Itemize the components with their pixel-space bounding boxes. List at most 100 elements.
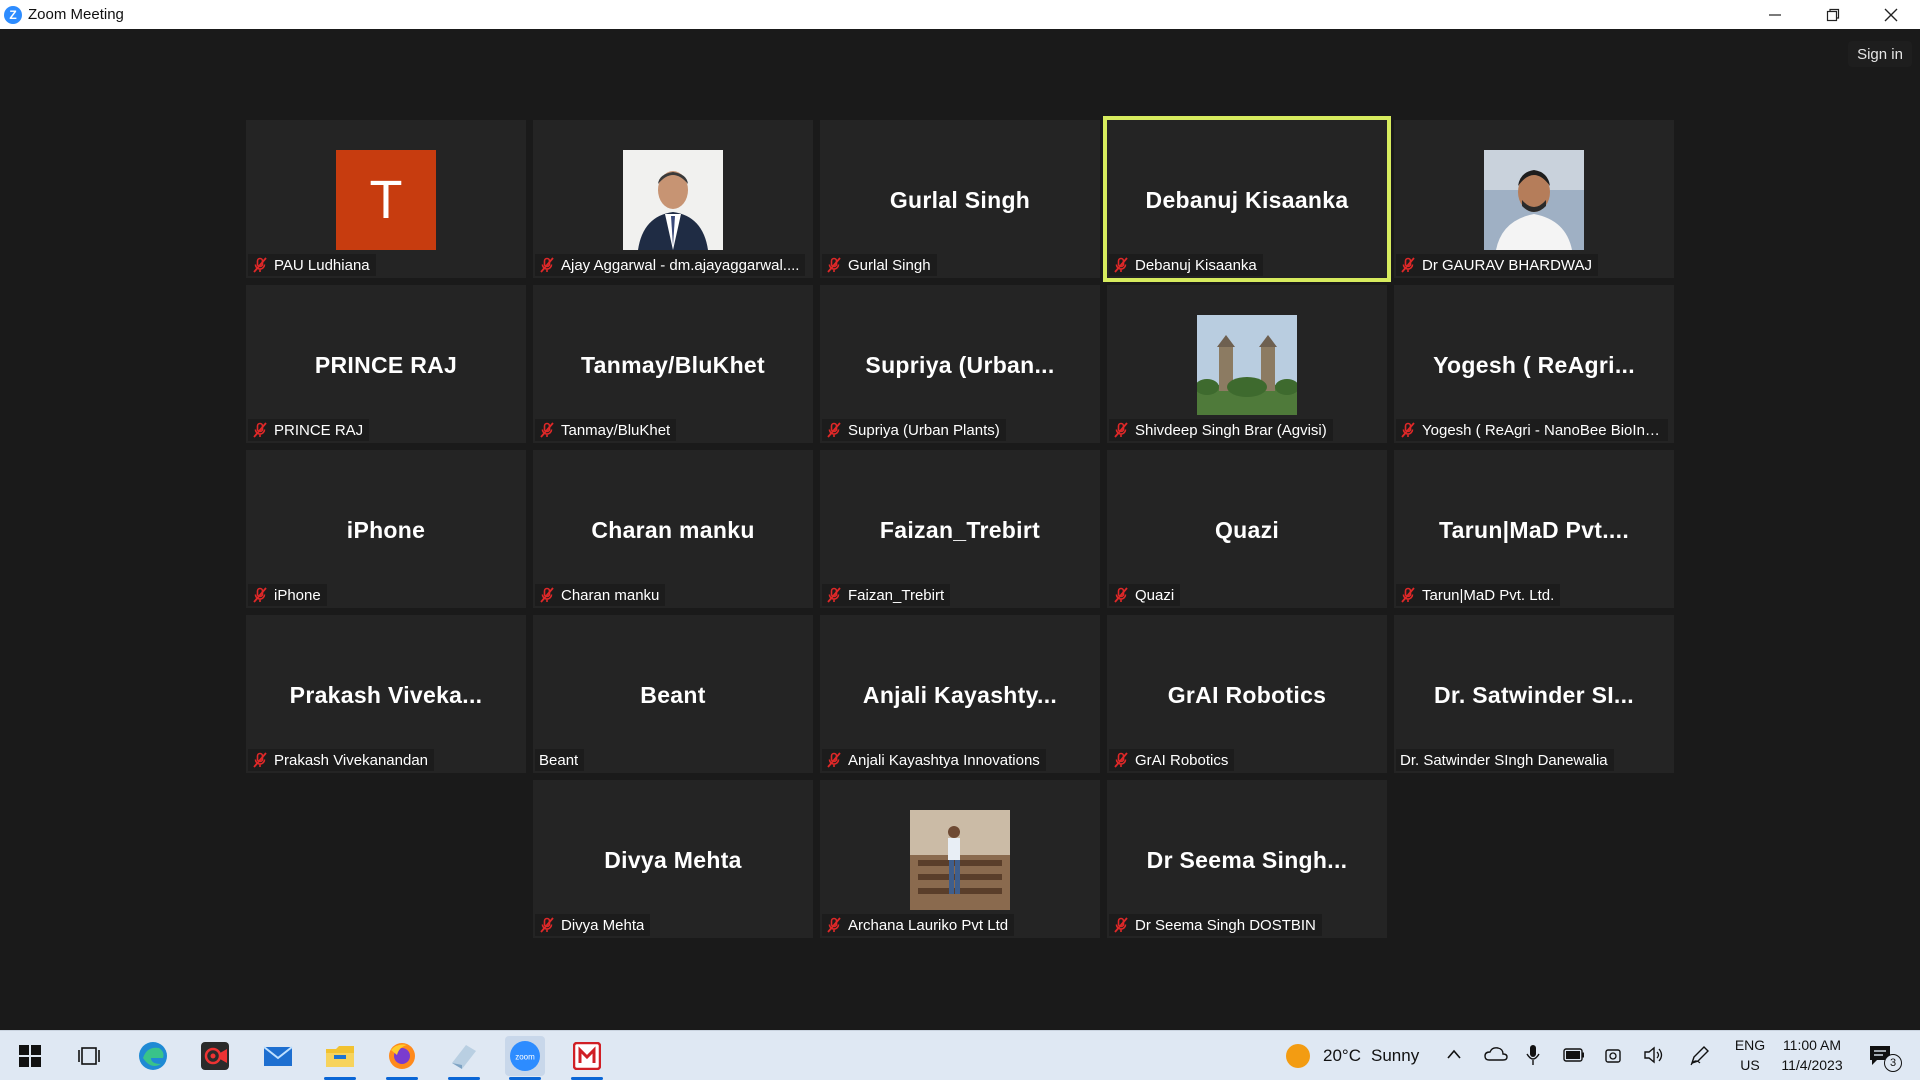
participant-name: Yogesh ( ReAgri - NanoBee BioInn... (1422, 421, 1662, 439)
mic-muted-icon (1114, 257, 1128, 273)
profile-photo (1484, 150, 1584, 250)
mcafee-button[interactable] (567, 1036, 607, 1080)
windows-start-icon (19, 1045, 41, 1067)
participant-display-name: Anjali Kayashty... (862, 681, 1058, 708)
participant-display-name: Charan manku (591, 516, 755, 543)
mic-muted-icon (1114, 587, 1128, 603)
participant-name-tag: PAU Ludhiana (248, 254, 376, 276)
participant-name-tag: Dr GAURAV BHARDWAJ (1396, 254, 1599, 276)
mic-muted-icon (540, 917, 554, 933)
participant-name-tag: Dr Seema Singh DOSTBIN (1109, 914, 1322, 936)
weather-condition[interactable]: Sunny (1371, 1046, 1419, 1066)
sign-in-button[interactable]: Sign in (1848, 41, 1912, 67)
participant-tile[interactable]: Shivdeep Singh Brar (Agvisi) (1107, 285, 1387, 443)
participant-tile[interactable]: Anjali Kayashty... Anjali Kayashtya Inno… (820, 615, 1100, 773)
participant-name: Ajay Aggarwal - dm.ajayaggarwal.... (561, 256, 800, 274)
participant-name-tag: Tarun|MaD Pvt. Ltd. (1396, 584, 1561, 606)
participant-name: Dr GAURAV BHARDWAJ (1422, 256, 1593, 274)
participant-tile[interactable]: iPhone iPhone (246, 450, 526, 608)
participant-name: Dr. Satwinder SIngh Danewalia (1400, 751, 1608, 769)
language-code[interactable]: ENG (1731, 1037, 1769, 1053)
participant-tile[interactable]: Tanmay/BluKhet Tanmay/BluKhet (533, 285, 813, 443)
participant-tile[interactable]: Supriya (Urban... Supriya (Urban Plants) (820, 285, 1100, 443)
profile-photo (910, 810, 1010, 910)
participant-tile[interactable]: Dr Seema Singh... Dr Seema Singh DOSTBIN (1107, 780, 1387, 938)
mic-muted-icon (540, 422, 554, 438)
participant-name-tag: Prakash Vivekanandan (248, 749, 434, 771)
mic-muted-icon (1114, 752, 1128, 768)
speaker-volume-icon[interactable] (1643, 1045, 1665, 1065)
mic-muted-icon (1114, 917, 1128, 933)
mic-muted-icon (827, 752, 841, 768)
participant-name-tag: Tanmay/BluKhet (535, 419, 677, 441)
language-region[interactable]: US (1731, 1057, 1769, 1073)
participant-tile[interactable]: Beant Beant (533, 615, 813, 773)
battery-icon[interactable] (1563, 1048, 1585, 1062)
man-white-shirt-photo (1484, 150, 1584, 250)
participant-tile[interactable]: Tarun|MaD Pvt.... Tarun|MaD Pvt. Ltd. (1394, 450, 1674, 608)
participant-tile[interactable]: Prakash Viveka... Prakash Vivekanandan (246, 615, 526, 773)
paper-app-button[interactable] (444, 1036, 484, 1080)
screen-recorder-button[interactable] (195, 1036, 235, 1076)
participant-name: Debanuj Kisaanka (1135, 256, 1257, 274)
active-speaker-tile[interactable]: Debanuj Kisaanka Debanuj Kisaanka (1103, 116, 1391, 282)
participant-display-name: Gurlal Singh (889, 186, 1031, 213)
microphone-icon[interactable] (1526, 1044, 1540, 1066)
participant-tile[interactable]: Gurlal Singh Gurlal Singh (820, 120, 1100, 278)
participant-name: PRINCE RAJ (274, 421, 364, 439)
screen-recorder-icon (201, 1042, 229, 1070)
onedrive-cloud-icon[interactable] (1484, 1046, 1508, 1062)
participant-tile[interactable]: T PAU Ludhiana (246, 120, 526, 278)
avatar: T (336, 150, 436, 250)
clock-date[interactable]: 11/4/2023 (1772, 1057, 1852, 1073)
participant-name-tag: Beant (535, 749, 585, 771)
mic-muted-icon (827, 587, 841, 603)
sun-weather-icon[interactable] (1286, 1044, 1310, 1068)
file-explorer-button[interactable] (320, 1036, 360, 1080)
participant-tile[interactable]: Charan manku Charan manku (533, 450, 813, 608)
mic-muted-icon (540, 587, 554, 603)
task-view-button[interactable] (70, 1036, 110, 1076)
participant-display-name: Yogesh ( ReAgri... (1433, 351, 1635, 378)
participant-name: Charan manku (561, 586, 660, 604)
mic-muted-icon (253, 752, 267, 768)
mail-button[interactable] (258, 1036, 298, 1076)
participant-name-tag: Gurlal Singh (822, 254, 937, 276)
clock-time[interactable]: 11:00 AM (1772, 1037, 1852, 1053)
participant-tile[interactable]: Divya Mehta Divya Mehta (533, 780, 813, 938)
meet-now-icon[interactable] (1604, 1046, 1622, 1064)
participant-tile[interactable]: Dr GAURAV BHARDWAJ (1394, 120, 1674, 278)
participant-display-name: Faizan_Trebirt (879, 516, 1041, 543)
edge-button[interactable] (133, 1036, 173, 1076)
mic-muted-icon (540, 257, 554, 273)
pen-workspace-icon[interactable] (1689, 1044, 1711, 1066)
mic-muted-icon (827, 422, 841, 438)
participant-tile[interactable]: Faizan_Trebirt Faizan_Trebirt (820, 450, 1100, 608)
participant-tile[interactable]: Quazi Quazi (1107, 450, 1387, 608)
participant-name: Shivdeep Singh Brar (Agvisi) (1135, 421, 1327, 439)
participant-tile[interactable]: Yogesh ( ReAgri... Yogesh ( ReAgri - Nan… (1394, 285, 1674, 443)
zoom-button[interactable]: zoom (505, 1036, 545, 1080)
participant-tile[interactable]: Dr. Satwinder SI... Dr. Satwinder SIngh … (1394, 615, 1674, 773)
participant-tile[interactable]: Archana Lauriko Pvt Ltd (820, 780, 1100, 938)
mic-muted-icon (253, 422, 267, 438)
participant-name-tag: Quazi (1109, 584, 1181, 606)
weather-temperature[interactable]: 20°C (1323, 1046, 1361, 1066)
participant-name: Tanmay/BluKhet (561, 421, 671, 439)
participant-name: Beant (539, 751, 579, 769)
participant-name: Prakash Vivekanandan (274, 751, 428, 769)
profile-photo (1197, 315, 1297, 415)
mic-muted-icon (1401, 257, 1415, 273)
mail-icon (263, 1046, 293, 1066)
participant-tile[interactable]: GrAI Robotics GrAI Robotics (1107, 615, 1387, 773)
participant-name: Anjali Kayashtya Innovations (848, 751, 1040, 769)
chevron-up-icon[interactable] (1446, 1048, 1462, 1060)
participant-name-tag: iPhone (248, 584, 327, 606)
notification-center-button[interactable]: 3 (1868, 1042, 1908, 1072)
participant-tile[interactable]: Ajay Aggarwal - dm.ajayaggarwal.... (533, 120, 813, 278)
start-button[interactable] (10, 1036, 50, 1076)
participant-display-name: Beant (640, 681, 706, 708)
participant-tile[interactable]: PRINCE RAJ PRINCE RAJ (246, 285, 526, 443)
participant-name-tag: Yogesh ( ReAgri - NanoBee BioInn... (1396, 419, 1668, 441)
firefox-button[interactable] (382, 1036, 422, 1080)
